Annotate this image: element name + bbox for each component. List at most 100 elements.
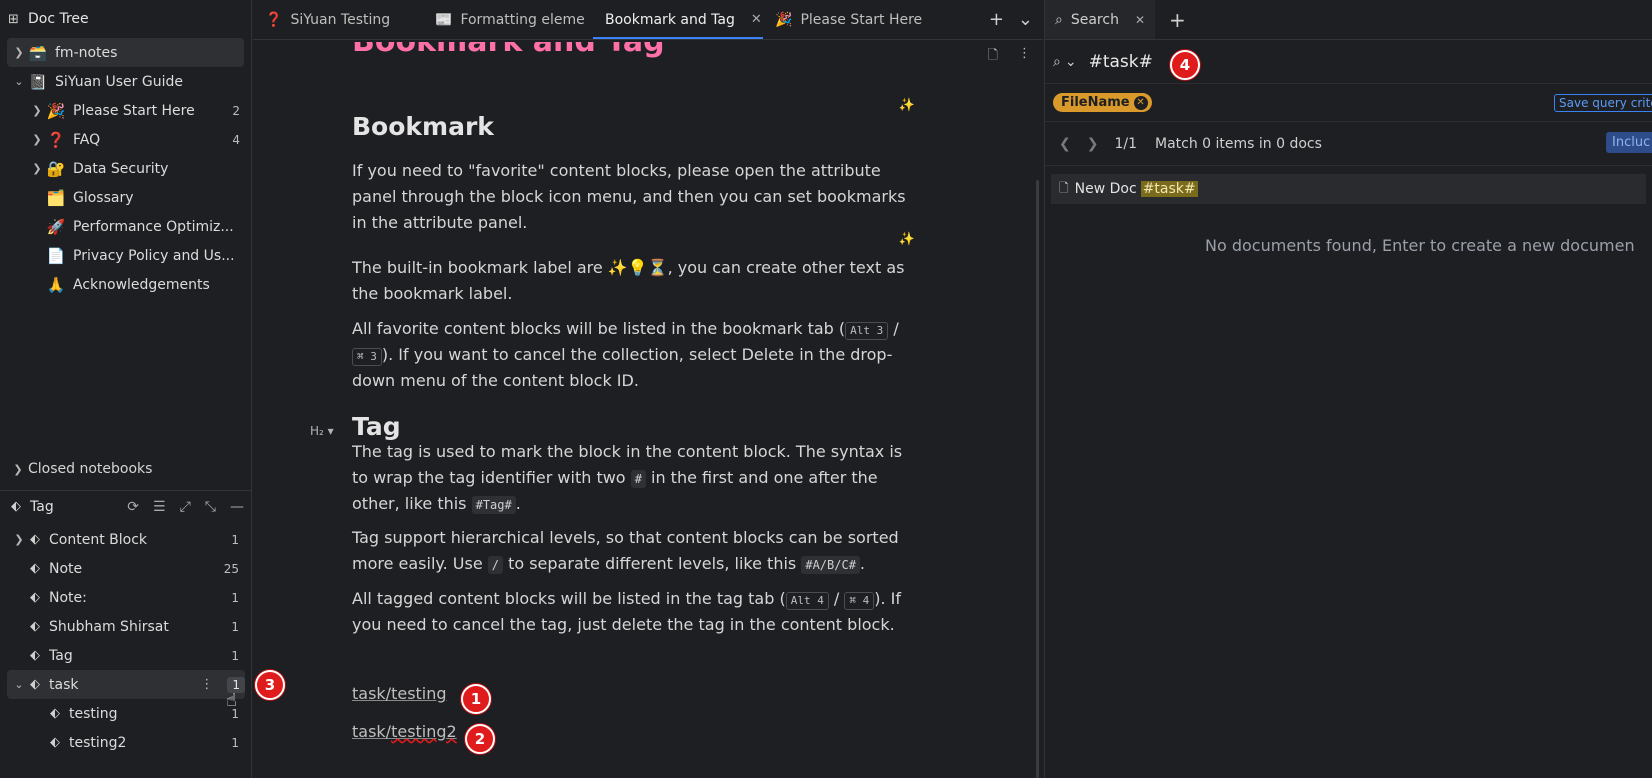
tab-bookmark-and-tag[interactable]: Bookmark and Tag ✕ bbox=[593, 0, 763, 39]
tag-label: Content Block bbox=[49, 531, 147, 548]
new-doc-row[interactable]: 🗋 New Doc #task# bbox=[1051, 174, 1646, 204]
tab-list-chevron-icon[interactable]: ⌄ bbox=[1018, 9, 1033, 30]
tag-panel-tools: ⟳ ☰ ⤢ ⤡ — bbox=[127, 499, 244, 515]
search-icon: ⌕ bbox=[1055, 11, 1063, 28]
tag-label: Tag bbox=[49, 647, 73, 664]
annotation-badge-2: 2 bbox=[465, 724, 495, 754]
search-tabbar: ⌕ Search ✕ + bbox=[1045, 0, 1652, 40]
page-title[interactable]: Bookmark and Tag bbox=[352, 42, 665, 80]
document-content: Bookmark and Tag ✨ Bookmark If you need … bbox=[253, 40, 1043, 778]
notebook-label: SiYuan User Guide bbox=[55, 73, 183, 90]
doc-item-glossary[interactable]: 🗂️ Glossary bbox=[7, 183, 244, 212]
paragraph-tag-syntax[interactable]: The tag is used to mark the block in the… bbox=[352, 439, 917, 517]
more-icon[interactable]: ⋮ bbox=[200, 677, 213, 692]
chevron-right-icon[interactable]: ❯ bbox=[11, 46, 27, 59]
tag-task-testing2[interactable]: task/testing2 bbox=[352, 722, 457, 741]
shortcut-alt4: Alt 4 bbox=[785, 592, 829, 610]
tag-item-note[interactable]: ⬖ Note 25 bbox=[7, 554, 245, 583]
doc-item-performance[interactable]: 🚀 Performance Optimiz... bbox=[7, 212, 244, 241]
tab-search[interactable]: ⌕ Search ✕ bbox=[1045, 0, 1156, 39]
tag-task-testing[interactable]: task/testing bbox=[352, 684, 447, 703]
inline-code: / bbox=[487, 556, 503, 574]
inline-code: # bbox=[630, 470, 646, 488]
minimize-icon[interactable]: — bbox=[230, 499, 244, 515]
filter-row: FileName ✕ Save query crite bbox=[1045, 84, 1652, 122]
inline-code: #A/B/C# bbox=[801, 556, 860, 574]
refresh-icon[interactable]: ⟳ bbox=[127, 499, 139, 515]
doc-label: Privacy Policy and Us... bbox=[73, 247, 235, 264]
doc-tree-icon: ⊞ bbox=[8, 11, 19, 27]
doc-item-faq[interactable]: ❯ ❓ FAQ 4 bbox=[7, 125, 244, 154]
close-icon[interactable]: ✕ bbox=[751, 12, 762, 27]
heading-bookmark[interactable]: Bookmark bbox=[352, 112, 494, 141]
tag-count: 1 bbox=[231, 532, 239, 547]
tab-formatting[interactable]: 📰 Formatting eleme bbox=[423, 0, 593, 39]
prev-page-icon[interactable]: ❮ bbox=[1059, 136, 1071, 152]
doc-item-please-start-here[interactable]: ❯ 🎉 Please Start Here 2 bbox=[7, 96, 244, 125]
notebook-fm-notes[interactable]: ❯ 🗃️ fm-notes bbox=[7, 38, 244, 67]
paragraph-bookmark-labels[interactable]: The built-in bookmark label are ✨💡⏳, you… bbox=[352, 255, 917, 307]
chevron-down-icon[interactable]: ⌄ bbox=[1065, 54, 1077, 70]
shortcut-cmd4: ⌘ 4 bbox=[844, 592, 875, 610]
notebook-label: fm-notes bbox=[55, 44, 118, 61]
doc-emoji-icon: 📄 bbox=[46, 246, 66, 265]
tag-item-task[interactable]: ⌄ ⬖ task ⋮ 1 bbox=[7, 670, 245, 699]
chevron-right-icon[interactable]: ❯ bbox=[29, 162, 45, 175]
tag-icon: ⬖ bbox=[30, 677, 40, 692]
sort-icon[interactable]: ☰ bbox=[153, 499, 166, 515]
notebook-siyuan-user-guide[interactable]: ⌄ 📓 SiYuan User Guide bbox=[7, 67, 244, 96]
search-input[interactable] bbox=[1088, 51, 1179, 72]
paragraph-bookmark-intro[interactable]: If you need to "favorite" content blocks… bbox=[352, 158, 917, 236]
closed-notebooks[interactable]: ❯ Closed notebooks bbox=[0, 454, 252, 484]
tag-item-tag[interactable]: ⬖ Tag 1 bbox=[7, 641, 245, 670]
tag-item-note-colon[interactable]: ⬖ Note: 1 bbox=[7, 583, 245, 612]
heading-tag[interactable]: Tag bbox=[352, 412, 401, 441]
doc-item-data-security[interactable]: ❯ 🔐 Data Security bbox=[7, 154, 244, 183]
doc-item-privacy[interactable]: 📄 Privacy Policy and Us... bbox=[7, 241, 244, 270]
new-tab-icon[interactable]: + bbox=[989, 9, 1004, 30]
add-tab-icon[interactable]: + bbox=[1155, 0, 1200, 39]
doc-count: 2 bbox=[232, 103, 240, 118]
doc-file-icon: 🗋 bbox=[1059, 180, 1069, 195]
search-bar: ⌕ ⌄ bbox=[1045, 40, 1652, 84]
tag-item-shubham[interactable]: ⬖ Shubham Shirsat 1 bbox=[7, 612, 245, 641]
doc-label: Acknowledgements bbox=[73, 276, 210, 293]
tab-siyuan-testing[interactable]: ❓ SiYuan Testing bbox=[253, 0, 423, 39]
next-page-icon[interactable]: ❯ bbox=[1087, 136, 1099, 152]
close-icon[interactable]: ✕ bbox=[1135, 13, 1145, 27]
tab-please-start-here[interactable]: 🎉 Please Start Here bbox=[763, 0, 933, 39]
chevron-down-icon[interactable]: ⌄ bbox=[11, 75, 27, 88]
chevron-right-icon[interactable]: ❯ bbox=[10, 463, 26, 476]
paragraph-tag-hierarchy[interactable]: Tag support hierarchical levels, so that… bbox=[352, 525, 917, 577]
editor-scrollbar[interactable] bbox=[1036, 180, 1039, 778]
collapse-icon[interactable]: ⤡ bbox=[205, 499, 216, 515]
result-nav: ❮ ❯ 1/1 Match 0 items in 0 docs Incluc bbox=[1045, 122, 1652, 166]
doc-item-acknowledgements[interactable]: 🙏 Acknowledgements bbox=[7, 270, 244, 299]
tag-item-task-testing[interactable]: ⬖ testing 1 bbox=[7, 699, 245, 728]
tag-label: Shubham Shirsat bbox=[49, 618, 169, 635]
tag-item-task-testing2[interactable]: ⬖ testing2 1 bbox=[7, 728, 245, 757]
heading-level-marker[interactable]: H₂ ▾ bbox=[310, 424, 334, 438]
tag-label: task bbox=[49, 676, 79, 693]
doc-emoji-icon: 🗂️ bbox=[46, 188, 66, 207]
paragraph-bookmark-tab[interactable]: All favorite content blocks will be list… bbox=[352, 316, 917, 394]
doc-emoji-icon: 🙏 bbox=[46, 275, 66, 294]
tab-emoji-icon: ❓ bbox=[265, 11, 283, 28]
chip-close-icon[interactable]: ✕ bbox=[1133, 95, 1148, 110]
sparkle-icon: ✨ bbox=[898, 98, 915, 113]
chevron-right-icon[interactable]: ❯ bbox=[11, 533, 27, 546]
chevron-right-icon[interactable]: ❯ bbox=[29, 133, 45, 146]
filter-chip-filename[interactable]: FileName ✕ bbox=[1053, 93, 1152, 112]
doc-tree-header: ⊞ Doc Tree bbox=[0, 0, 251, 38]
search-icon[interactable]: ⌕ bbox=[1053, 54, 1061, 70]
expand-icon[interactable]: ⤢ bbox=[180, 499, 191, 515]
tag-panel-header: ⬖ Tag ⟳ ☰ ⤢ ⤡ — bbox=[0, 490, 252, 522]
save-query-button[interactable]: Save query crite bbox=[1554, 94, 1652, 112]
page-indicator: 1/1 bbox=[1114, 135, 1137, 152]
include-button[interactable]: Incluc bbox=[1606, 132, 1652, 153]
paragraph-tag-tab[interactable]: All tagged content blocks will be listed… bbox=[352, 586, 917, 638]
chevron-right-icon[interactable]: ❯ bbox=[29, 104, 45, 117]
chevron-down-icon[interactable]: ⌄ bbox=[11, 678, 27, 691]
tag-item-content-block[interactable]: ❯ ⬖ Content Block 1 bbox=[7, 525, 245, 554]
tag-count: 25 bbox=[223, 561, 239, 576]
